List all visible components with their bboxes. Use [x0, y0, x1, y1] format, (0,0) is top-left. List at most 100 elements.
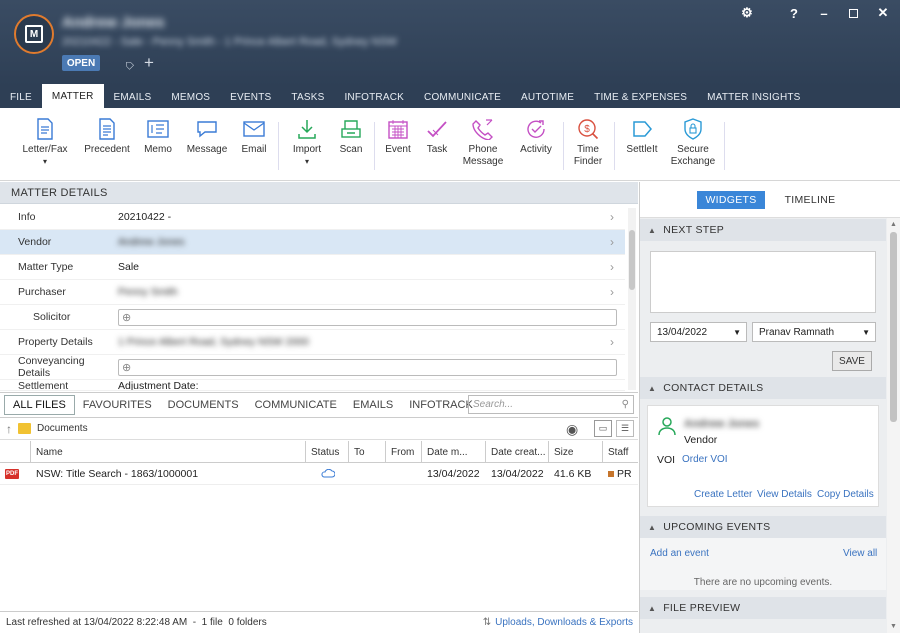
task-button[interactable]: Task [420, 118, 454, 156]
tab-communicate-files[interactable]: COMMUNICATE [247, 395, 345, 415]
letter-fax-button[interactable]: Letter/Fax ▾ [20, 118, 70, 168]
event-button[interactable]: Event [380, 118, 416, 156]
chevron-right-icon: › [610, 235, 614, 249]
tab-memos[interactable]: MEMOS [161, 86, 220, 108]
tab-emails-files[interactable]: EMAILS [345, 395, 401, 415]
settlement-financials-row[interactable]: Settlement Financials Adjustment Date: [0, 380, 625, 391]
message-icon [196, 118, 218, 140]
tab-file[interactable]: FILE [0, 86, 42, 108]
memo-icon [147, 118, 169, 140]
preview-eye-icon[interactable]: ◉ [566, 421, 578, 438]
maximize-icon[interactable] [843, 5, 863, 21]
tab-all-files[interactable]: ALL FILES [4, 395, 75, 415]
tag-icon[interactable]: ⌂ [120, 55, 137, 72]
status-bar: Last refreshed at 13/04/2022 8:22:48 AM … [0, 611, 638, 633]
breadcrumb: ↑ Documents ◉ ▭ ☰ [0, 418, 638, 440]
folder-name[interactable]: Documents [37, 423, 88, 434]
upcoming-events-header[interactable]: ▲ UPCOMING EVENTS [640, 516, 886, 538]
precedent-button[interactable]: Precedent [82, 118, 132, 156]
file-name[interactable]: NSW: Title Search - 1863/1000001 [31, 463, 306, 485]
column-to[interactable]: To [349, 441, 386, 463]
copy-details-link[interactable]: Copy Details [817, 489, 874, 500]
tab-tasks[interactable]: TASKS [281, 86, 334, 108]
tab-communicate[interactable]: COMMUNICATE [414, 86, 511, 108]
info-row[interactable]: Info 20210422 - › [0, 205, 625, 230]
up-arrow-icon[interactable]: ↑ [6, 422, 12, 436]
tab-widgets[interactable]: WIDGETS [697, 191, 765, 209]
chevron-right-icon: › [610, 335, 614, 349]
next-step-textarea[interactable] [650, 251, 876, 313]
matter-type-row[interactable]: Matter Type Sale › [0, 255, 625, 280]
conveyancing-details-row: Conveyancing Details ⊕ [0, 355, 625, 380]
folder-view-icon[interactable]: ▭ [594, 420, 612, 437]
purchaser-row[interactable]: Purchaser Penny Smith › [0, 280, 625, 305]
tab-favourites[interactable]: FAVOURITES [75, 395, 160, 415]
client-name: Andrew Jones [62, 14, 165, 31]
next-step-header[interactable]: ▲ NEXT STEP [640, 219, 886, 241]
files-search-input[interactable]: Search... ⚲ [468, 395, 634, 414]
column-date-modified[interactable]: Date m... [422, 441, 486, 463]
uploads-link[interactable]: Uploads, Downloads & Exports [495, 617, 633, 628]
add-event-link[interactable]: Add an event [650, 548, 709, 559]
contact-name[interactable]: Andrew Jones [684, 418, 759, 430]
memo-button[interactable]: Memo [140, 118, 176, 156]
tab-documents[interactable]: DOCUMENTS [160, 395, 247, 415]
secure-exchange-button[interactable]: Secure Exchange [670, 118, 716, 168]
view-details-link[interactable]: View Details [757, 489, 812, 500]
settleit-button[interactable]: SettleIt [620, 118, 664, 156]
view-all-link[interactable]: View all [843, 548, 877, 559]
matter-details-scrollbar[interactable] [628, 208, 636, 390]
activity-button[interactable]: Activity [514, 118, 558, 156]
status-badge[interactable]: OPEN [62, 55, 100, 71]
matter-description: 20210422 - Sale - Penny Smith - 1 Prince… [62, 36, 398, 48]
tab-timeline[interactable]: TIMELINE [780, 191, 840, 209]
import-button[interactable]: Import ▾ [288, 118, 326, 168]
column-status[interactable]: Status [306, 441, 349, 463]
order-voi-link[interactable]: Order VOI [682, 454, 728, 465]
tab-time-expenses[interactable]: TIME & EXPENSES [584, 86, 697, 108]
table-row[interactable]: PDF NSW: Title Search - 1863/1000001 13/… [0, 463, 638, 485]
solicitor-field[interactable]: ⊕ [118, 308, 617, 326]
save-button[interactable]: SAVE [832, 351, 872, 371]
list-view-icon[interactable]: ☰ [616, 420, 634, 437]
gear-icon[interactable]: ⚙ [737, 5, 757, 21]
tab-autotime[interactable]: AUTOTIME [511, 86, 584, 108]
add-circle-icon[interactable]: ⊕ [122, 311, 131, 324]
vendor-row[interactable]: Vendor Andrew Jones › [0, 230, 625, 255]
tab-infotrack[interactable]: INFOTRACK [334, 86, 414, 108]
scroll-down-arrow-icon[interactable]: ▼ [887, 623, 900, 630]
column-name[interactable]: Name [31, 441, 306, 463]
contact-details-header[interactable]: ▲ CONTACT DETAILS [640, 377, 886, 399]
create-letter-link[interactable]: Create Letter [694, 489, 752, 500]
phone-message-button[interactable]: Phone Message [460, 118, 506, 168]
column-size[interactable]: Size [549, 441, 603, 463]
property-details-row[interactable]: Property Details 1 Prince Albert Road, S… [0, 330, 625, 355]
chevron-right-icon: › [610, 260, 614, 274]
minimize-icon[interactable]: – [814, 5, 834, 21]
help-icon[interactable]: ? [784, 5, 804, 21]
add-circle-icon[interactable]: ⊕ [122, 361, 131, 374]
staff-initials: PR [617, 467, 632, 480]
tab-emails[interactable]: EMAILS [104, 86, 162, 108]
tab-matter-insights[interactable]: MATTER INSIGHTS [697, 86, 810, 108]
scan-icon [340, 118, 362, 140]
file-preview-header[interactable]: ▲ FILE PREVIEW [640, 597, 886, 619]
right-panel-scrollbar[interactable]: ▲ ▼ [887, 218, 900, 633]
next-step-staff-select[interactable]: Pranav Ramnath ▼ [752, 322, 876, 342]
next-step-date-picker[interactable]: 13/04/2022 ▼ [650, 322, 747, 342]
email-button[interactable]: Email [236, 118, 272, 156]
column-staff[interactable]: Staff [603, 441, 638, 463]
column-from[interactable]: From [386, 441, 422, 463]
scroll-up-arrow-icon[interactable]: ▲ [887, 221, 900, 228]
conveyancing-details-field[interactable]: ⊕ [118, 358, 617, 376]
chevron-right-icon: › [610, 285, 614, 299]
tab-events[interactable]: EVENTS [220, 86, 281, 108]
close-icon[interactable]: ✕ [873, 5, 893, 21]
scan-button[interactable]: Scan [334, 118, 368, 156]
tab-matter[interactable]: MATTER [41, 84, 104, 108]
settleit-icon [631, 118, 653, 140]
column-date-created[interactable]: Date creat... [486, 441, 549, 463]
message-button[interactable]: Message [186, 118, 228, 156]
time-finder-button[interactable]: $ Time Finder [568, 118, 608, 168]
add-tag-icon[interactable]: + [144, 53, 154, 73]
